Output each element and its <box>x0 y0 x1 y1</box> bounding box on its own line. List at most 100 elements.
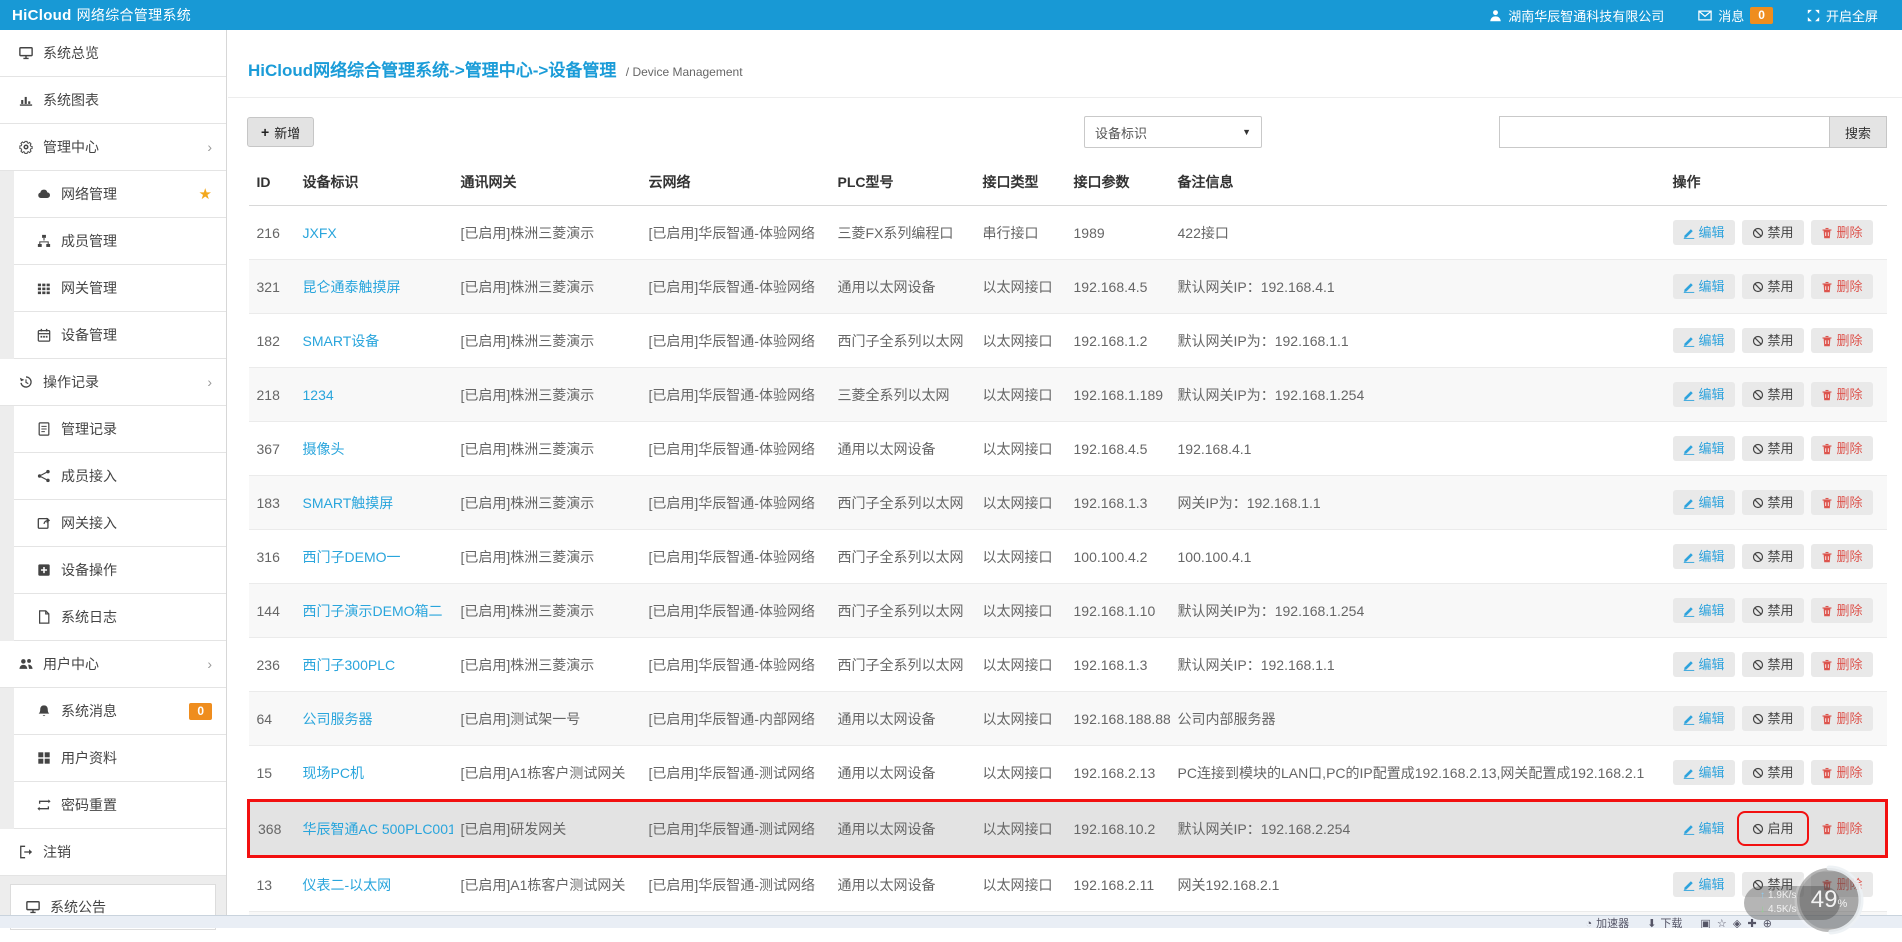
device-link[interactable]: 西门子演示DEMO箱二 <box>303 603 443 619</box>
sidebar-item-system-overview[interactable]: 系统总览 <box>0 30 226 77</box>
edit-button[interactable]: 编辑 <box>1673 598 1735 623</box>
interface-param: 192.168.1.2 <box>1066 314 1170 368</box>
disable-button[interactable]: 禁用 <box>1742 274 1804 299</box>
edit-button[interactable]: 编辑 <box>1673 706 1735 731</box>
sidebar-item-device-mgmt[interactable]: 设备管理 <box>14 312 226 359</box>
device-link[interactable]: SMART设备 <box>303 333 380 349</box>
sidebar-item-label: 密码重置 <box>61 795 117 815</box>
disable-button[interactable]: 禁用 <box>1742 760 1804 785</box>
disable-button[interactable]: 禁用 <box>1742 328 1804 353</box>
sidebar-item-device-operations[interactable]: 设备操作 <box>14 547 226 594</box>
edit-button[interactable]: 编辑 <box>1673 274 1735 299</box>
edit-icon <box>1683 497 1695 509</box>
delete-button[interactable]: 删除 <box>1811 220 1873 245</box>
device-link[interactable]: 西门子DEMO一 <box>303 549 401 565</box>
device-link[interactable]: 1234 <box>303 387 334 403</box>
edit-button[interactable]: 编辑 <box>1673 652 1735 677</box>
disable-button[interactable]: 禁用 <box>1742 544 1804 569</box>
sidebar-item-member-mgmt[interactable]: 成员管理 <box>14 218 226 265</box>
cloud-network: [已启用]华辰智通-测试网络 <box>641 746 830 801</box>
disable-button[interactable]: 禁用 <box>1742 598 1804 623</box>
delete-button[interactable]: 删除 <box>1811 706 1873 731</box>
delete-button[interactable]: 删除 <box>1811 436 1873 461</box>
remark: 100.100.4.1 <box>1170 530 1665 584</box>
edit-button[interactable]: 编辑 <box>1673 816 1735 841</box>
cloud-network: [已启用]华辰智通-体验网络 <box>641 260 830 314</box>
disable-button[interactable]: 禁用 <box>1742 490 1804 515</box>
device-link[interactable]: 昆仑通泰触摸屏 <box>303 279 401 295</box>
delete-button[interactable]: 删除 <box>1811 274 1873 299</box>
fullscreen-toggle[interactable]: 开启全屏 <box>1807 6 1878 25</box>
edit-button[interactable]: 编辑 <box>1673 872 1735 897</box>
cloud-network: [已启用]华辰智通-体验网络 <box>641 314 830 368</box>
sidebar-item-system-logs[interactable]: 系统日志 <box>14 594 226 641</box>
device-link[interactable]: 仪表二-以太网 <box>303 877 392 893</box>
sidebar-item-gateway-access[interactable]: 网关接入 <box>14 500 226 547</box>
edit-button[interactable]: 编辑 <box>1673 436 1735 461</box>
disable-button[interactable]: 禁用 <box>1742 220 1804 245</box>
edit-button[interactable]: 编辑 <box>1673 328 1735 353</box>
device-row-182: 182SMART设备[已启用]株洲三菱演示[已启用]华辰智通-体验网络西门子全系… <box>249 314 1887 368</box>
device-link[interactable]: 公司服务器 <box>303 711 373 727</box>
sidebar-item-admin-records[interactable]: 管理记录 <box>14 406 226 453</box>
delete-button[interactable]: 删除 <box>1811 382 1873 407</box>
chevron-right-icon: › <box>207 139 212 155</box>
ban-icon <box>1752 443 1764 455</box>
edit-icon <box>1683 605 1695 617</box>
sidebar-item-system-charts[interactable]: 系统图表 <box>0 77 226 124</box>
device-row-316: 316西门子DEMO一[已启用]株洲三菱演示[已启用]华辰智通-体验网络西门子全… <box>249 530 1887 584</box>
bell-icon <box>36 704 52 718</box>
delete-button[interactable]: 删除 <box>1811 328 1873 353</box>
sidebar-item-user-center[interactable]: 用户中心› <box>0 641 226 688</box>
delete-button[interactable]: 删除 <box>1811 816 1873 841</box>
delete-button[interactable]: 删除 <box>1811 490 1873 515</box>
device-id: 218 <box>249 368 295 422</box>
delete-button[interactable]: 删除 <box>1811 760 1873 785</box>
cloud-network: [已启用]华辰智通-内部网络 <box>641 692 830 746</box>
device-link[interactable]: 摄像头 <box>303 441 345 457</box>
delete-button[interactable]: 删除 <box>1811 544 1873 569</box>
device-id: 216 <box>249 206 295 260</box>
device-link[interactable]: JXFX <box>303 225 337 241</box>
accelerator-item[interactable]: ◔加速器 <box>1586 916 1630 928</box>
delete-button[interactable]: 删除 <box>1811 652 1873 677</box>
device-link[interactable]: 华辰智通AC 500PLC001 <box>303 821 453 837</box>
download-item[interactable]: ⬇下载 <box>1647 916 1682 928</box>
edit-button[interactable]: 编辑 <box>1673 490 1735 515</box>
disable-button[interactable]: 禁用 <box>1742 706 1804 731</box>
sidebar-item-label: 系统消息 <box>61 701 117 721</box>
sidebar-item-system-messages[interactable]: 系统消息 0 <box>14 688 226 735</box>
edit-button[interactable]: 编辑 <box>1673 544 1735 569</box>
sidebar-item-member-access[interactable]: 成员接入 <box>14 453 226 500</box>
sidebar-item-user-profile[interactable]: 用户资料 <box>14 735 226 782</box>
resource-monitor-widget[interactable]: 49% <box>1792 863 1866 937</box>
edit-button[interactable]: 编辑 <box>1673 760 1735 785</box>
cloud-network: [已启用]华辰智通-体验网络 <box>641 584 830 638</box>
sidebar-item-operation-logs[interactable]: 操作记录› <box>0 359 226 406</box>
filter-field-select[interactable]: 设备标识 ▼ <box>1084 116 1262 148</box>
sidebar-item-gateway-mgmt[interactable]: 网关管理 <box>14 265 226 312</box>
device-link[interactable]: 西门子300PLC <box>303 657 396 673</box>
device-link[interactable]: SMART触摸屏 <box>303 495 394 511</box>
trash-icon <box>1821 823 1833 835</box>
star-icon[interactable]: ★ <box>199 185 212 203</box>
edit-button[interactable]: 编辑 <box>1673 220 1735 245</box>
sidebar-badge: 0 <box>189 703 212 720</box>
disable-button[interactable]: 禁用 <box>1742 652 1804 677</box>
sidebar-item-password-reset[interactable]: 密码重置 <box>14 782 226 829</box>
search-button[interactable]: 搜索 <box>1829 116 1887 148</box>
delete-button[interactable]: 删除 <box>1811 598 1873 623</box>
search-input[interactable] <box>1499 116 1829 148</box>
app-brand[interactable]: HiCloud网络综合管理系统 <box>0 5 191 25</box>
disable-button[interactable]: 禁用 <box>1742 436 1804 461</box>
add-device-button[interactable]: + 新增 <box>247 117 314 147</box>
sidebar-item-network-mgmt[interactable]: 网络管理★ <box>14 171 226 218</box>
account-menu[interactable]: 湖南华辰智通科技有限公司 <box>1489 6 1664 25</box>
device-link[interactable]: 现场PC机 <box>303 765 364 781</box>
edit-button[interactable]: 编辑 <box>1673 382 1735 407</box>
messages-menu[interactable]: 消息 0 <box>1698 6 1773 25</box>
disable-button[interactable]: 禁用 <box>1742 382 1804 407</box>
sidebar-item-admin-center[interactable]: 管理中心› <box>0 124 226 171</box>
sidebar-item-logout[interactable]: 注销 <box>0 829 226 876</box>
enable-button[interactable]: 启用 <box>1742 816 1804 841</box>
